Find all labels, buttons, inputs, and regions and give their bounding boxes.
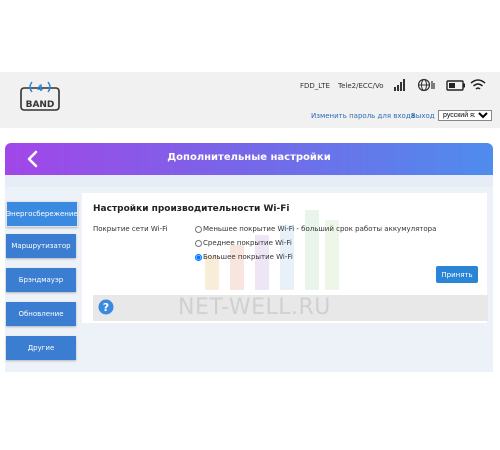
- coverage-option-low[interactable]: Меньшее покрытие Wi-Fi - больший срок ра…: [195, 225, 436, 233]
- coverage-option-low-label: Меньшее покрытие Wi-Fi - больший срок ра…: [203, 225, 437, 233]
- signal-icon: [394, 79, 405, 91]
- coverage-radio-high[interactable]: [195, 253, 202, 261]
- watermark-text: NET-WELL.RU: [178, 295, 331, 320]
- section-title: Настройки производительности Wi-Fi: [93, 204, 290, 214]
- 4band-logo: 4 BAND: [20, 81, 60, 111]
- page-title: Дополнительные настройки: [167, 152, 331, 163]
- coverage-option-high-label: Большее покрытие Wi-Fi: [203, 253, 293, 261]
- battery-icon: [446, 80, 465, 91]
- sidebar-item-router[interactable]: Маршрутизатор: [6, 234, 76, 258]
- svg-text:?: ?: [103, 301, 109, 314]
- globe-icon: [417, 78, 435, 92]
- coverage-option-medium-label: Среднее покрытие Wi-Fi: [203, 239, 292, 247]
- coverage-option-medium[interactable]: Среднее покрытие Wi-Fi: [195, 239, 292, 247]
- operator-name: Tele2/ECC/Vo: [338, 82, 384, 90]
- sidebar-item-update[interactable]: Обновление: [6, 302, 76, 326]
- coverage-radio-medium[interactable]: [195, 239, 202, 247]
- sidebar-item-power-saving[interactable]: Энергосбережение: [6, 201, 78, 227]
- logout-link[interactable]: Выход: [411, 112, 435, 120]
- language-select[interactable]: русский язык: [438, 110, 492, 121]
- network-type: FDD_LTE: [300, 82, 330, 90]
- apply-button[interactable]: Принять: [436, 266, 478, 283]
- coverage-option-high[interactable]: Большее покрытие Wi-Fi: [195, 253, 293, 261]
- change-password-link[interactable]: Изменить пароль для входа: [311, 112, 415, 120]
- coverage-radio-low[interactable]: [195, 225, 202, 233]
- logo-number: 4: [37, 84, 43, 94]
- sidebar-item-other[interactable]: Другие: [6, 336, 76, 360]
- logo-text: BAND: [26, 100, 55, 110]
- page-title-bar: Дополнительные настройки: [5, 143, 493, 175]
- sidebar-item-firewall[interactable]: Брэндмауэр: [6, 268, 76, 292]
- title-subbar: [5, 175, 493, 187]
- help-icon[interactable]: ?: [98, 299, 114, 315]
- wifi-coverage-label: Покрытие сети Wi-Fi: [93, 225, 168, 233]
- wifi-icon: [470, 79, 486, 90]
